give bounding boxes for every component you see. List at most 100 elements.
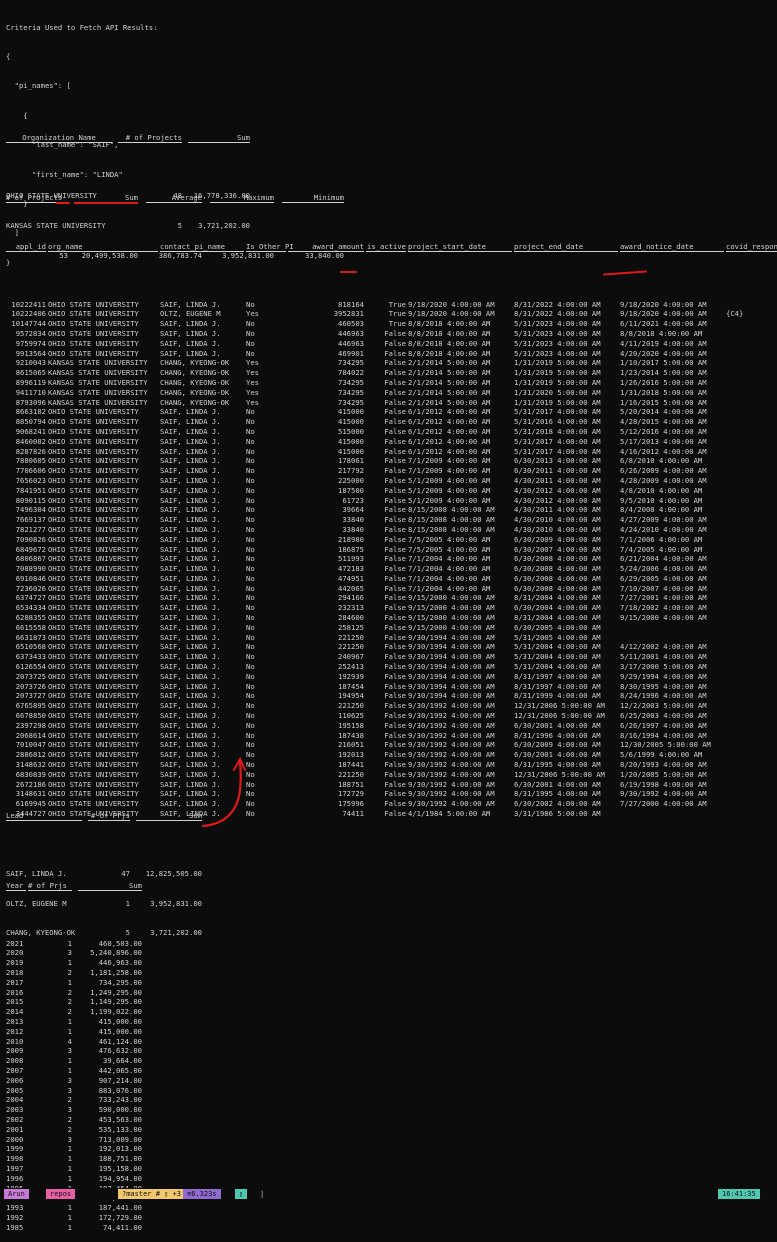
table-row: 1992 1 172,729.00 (6, 1213, 142, 1223)
cell-project-end-date: 8/31/1995 4:00:00 AM (514, 760, 601, 770)
cell-award-notice-date: 6/11/2021 4:00:00 AM (620, 319, 707, 329)
cell-award-amount: 216051 (338, 740, 364, 750)
cell-contact-pi-name: SAIF, LINDA J. (160, 622, 221, 632)
cell-is-active: False (384, 711, 406, 721)
cell-org-name: OHIO STATE UNIVERSITY (48, 711, 139, 721)
table-row: 2073726 OHIO STATE UNIVERSITY SAIF, LINDA … (6, 682, 777, 692)
cell-award-amount: 232313 (338, 603, 364, 613)
cell-org-name: OHIO STATE UNIVERSITY (48, 328, 139, 338)
cell-award-notice-date: 1/16/2015 5:00:00 AM (620, 397, 707, 407)
cell-contact-pi-name: SAIF, LINDA J. (160, 407, 221, 417)
cell-org-name: OHIO STATE UNIVERSITY (48, 750, 139, 760)
cell-is-other-pi: Yes (246, 368, 259, 378)
status-git-branch: ?master # ▯ +3 (118, 1189, 186, 1199)
cell-appl-id: 6765895 (15, 701, 46, 711)
cell-award-notice-date: 12/2/2003 5:00:00 AM (620, 701, 707, 711)
year-count: 3 (67, 948, 72, 958)
cell-project-start-date: 9/30/1994 4:00:00 AM (408, 652, 495, 662)
table-row: 2010 4 461,124.00 (6, 1037, 142, 1047)
table-row: 2009 3 476,632.00 (6, 1046, 142, 1056)
cell-contact-pi-name: SAIF, LINDA J. (160, 426, 221, 436)
cell-is-other-pi: No (246, 564, 255, 574)
cell-appl-id: 7090826 (15, 534, 46, 544)
cell-project-start-date: 5/1/2009 4:00:00 AM (408, 485, 491, 495)
year-header: Year # of Prjs Sum (6, 881, 142, 892)
year-sum: 1,199,022.00 (90, 1007, 142, 1017)
cell-project-end-date: 5/31/2004 4:00:00 AM (514, 662, 601, 672)
cell-is-other-pi: No (246, 485, 255, 495)
cell-contact-pi-name: SAIF, LINDA J. (160, 338, 221, 348)
awards-col-project-end-date: project_end_date (514, 242, 618, 253)
cell-award-amount: 192939 (338, 671, 364, 681)
table-row: 2017 1 734,295.00 (6, 978, 142, 988)
cell-org-name: OHIO STATE UNIVERSITY (48, 426, 139, 436)
cell-is-active: False (384, 642, 406, 652)
year-sum: 535,133.00 (98, 1124, 142, 1134)
cell-award-amount: 39664 (342, 505, 364, 515)
cell-project-start-date: 9/30/1994 4:00:00 AM (408, 681, 495, 691)
cell-award-notice-date: 6/26/1997 4:00:00 AM (620, 720, 707, 730)
table-row: 8793096 KANSAS STATE UNIVERSITY CHANG, KYE… (6, 398, 777, 408)
cell-is-other-pi: No (246, 436, 255, 446)
cell-appl-id: 9411710 (15, 387, 46, 397)
cell-project-start-date: 9/30/1992 4:00:00 AM (408, 799, 495, 809)
cell-is-other-pi: Yes (246, 387, 259, 397)
cell-award-notice-date: 6/8/2010 4:00:00 AM (620, 456, 703, 466)
cell-org-name: OHIO STATE UNIVERSITY (48, 436, 139, 446)
cell-contact-pi-name: CHANG, KYEONG-OK (160, 377, 230, 387)
cell-is-active: False (384, 426, 406, 436)
cell-appl-id: 7236026 (15, 583, 46, 593)
cell-project-start-date: 7/1/2009 4:00:00 AM (408, 466, 491, 476)
cell-is-other-pi: No (246, 740, 255, 750)
cell-award-amount: 515000 (338, 426, 364, 436)
year-value: 2002 (6, 1114, 24, 1124)
cell-award-amount: 474951 (338, 573, 364, 583)
cell-org-name: OHIO STATE UNIVERSITY (48, 681, 139, 691)
col-prjs: # of Prjs (28, 881, 72, 892)
cell-project-end-date: 6/30/2001 4:00:00 AM (514, 750, 601, 760)
table-row: 2073727 OHIO STATE UNIVERSITY SAIF, LINDA … (6, 691, 777, 701)
cell-award-amount: 415000 (338, 407, 364, 417)
year-count: 1 (67, 1056, 72, 1066)
year-count: 1 (67, 1154, 72, 1164)
cell-appl-id: 2073727 (15, 691, 46, 701)
table-row: 8996119 KANSAS STATE UNIVERSITY CHANG, KYE… (6, 378, 777, 388)
status-clock: 16:41:35 (718, 1189, 760, 1199)
cell-contact-pi-name: SAIF, LINDA J. (160, 593, 221, 603)
cell-contact-pi-name: SAIF, LINDA J. (160, 652, 221, 662)
cell-org-name: KANSAS STATE UNIVERSITY (48, 358, 148, 368)
table-row: 7088990 OHIO STATE UNIVERSITY SAIF, LINDA … (6, 564, 777, 574)
cell-contact-pi-name: SAIF, LINDA J. (160, 632, 221, 642)
cell-project-start-date: 9/30/1992 4:00:00 AM (408, 701, 495, 711)
cell-org-name: OHIO STATE UNIVERSITY (48, 475, 139, 485)
org-table-header: Organization Name # of Projects Sum (6, 133, 250, 144)
cell-project-end-date: 4/30/2012 4:00:00 AM (514, 495, 601, 505)
table-row: 6678850 OHIO STATE UNIVERSITY SAIF, LINDA … (6, 711, 777, 721)
cell-project-start-date: 9/18/2020 4:00:00 AM (408, 309, 495, 319)
table-row: 2003 3 590,000.00 (6, 1105, 142, 1115)
cell-award-amount: 221250 (338, 769, 364, 779)
cell-award-notice-date: 9/15/2000 4:00:00 AM (620, 613, 707, 623)
cell-award-notice-date: 4/11/2019 4:00:00 AM (620, 338, 707, 348)
cell-contact-pi-name: SAIF, LINDA J. (160, 701, 221, 711)
cell-is-active: False (384, 564, 406, 574)
cell-org-name: OHIO STATE UNIVERSITY (48, 769, 139, 779)
year-value: 1998 (6, 1154, 24, 1164)
cell-is-other-pi: No (246, 328, 255, 338)
cell-project-start-date: 5/1/2009 4:00:00 AM (408, 495, 491, 505)
cell-org-name: OHIO STATE UNIVERSITY (48, 701, 139, 711)
cell-award-amount: 225000 (338, 475, 364, 485)
cell-award-amount: 258125 (338, 622, 364, 632)
cell-project-end-date: 6/30/2009 4:00:00 AM (514, 740, 601, 750)
cell-is-other-pi: No (246, 348, 255, 358)
cell-project-end-date: 8/31/1997 4:00:00 AM (514, 681, 601, 691)
cell-is-other-pi: No (246, 299, 255, 309)
cell-award-amount: 187500 (338, 485, 364, 495)
cell-is-active: False (384, 485, 406, 495)
year-value: 2012 (6, 1026, 24, 1036)
cell-is-active: False (384, 662, 406, 672)
cell-org-name: OHIO STATE UNIVERSITY (48, 456, 139, 466)
cell-is-other-pi: Yes (246, 377, 259, 387)
cell-is-active: False (384, 358, 406, 368)
cell-project-end-date: 5/31/2017 4:00:00 AM (514, 436, 601, 446)
